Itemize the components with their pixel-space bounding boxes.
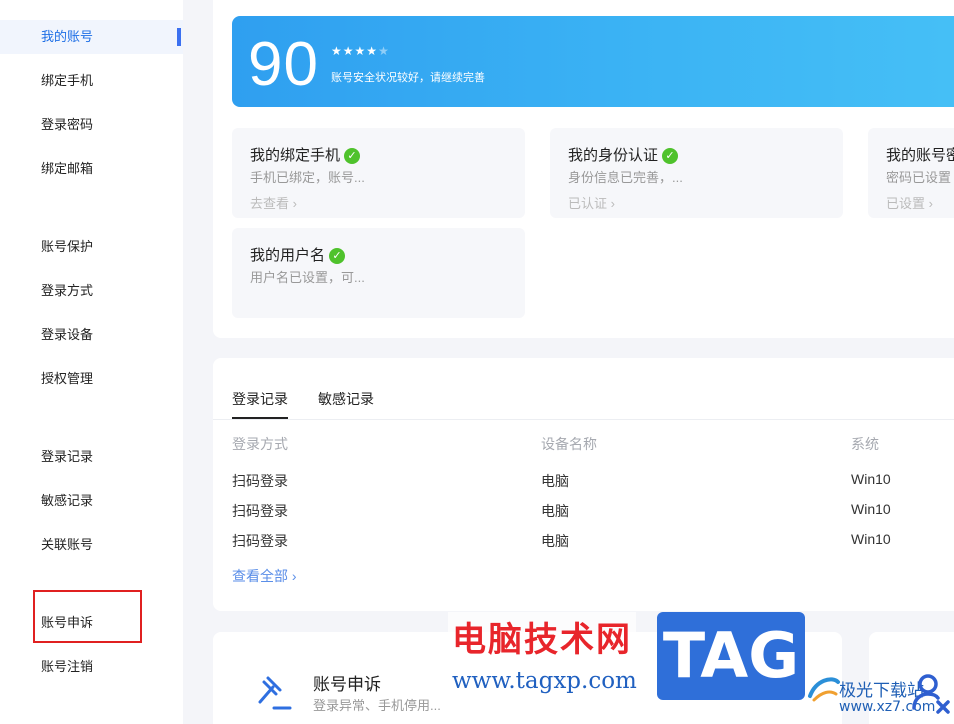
security-message: 账号安全状况较好，请继续完善 bbox=[331, 72, 485, 84]
check-circle-icon: ✓ bbox=[662, 148, 679, 164]
tab-sensitive-records[interactable]: 敏感记录 bbox=[318, 389, 374, 409]
watermark-url: www.tagxp.com bbox=[448, 668, 641, 694]
appeal-desc: 登录异常、手机停用... bbox=[313, 698, 441, 713]
status-card-title-row: 我的账号密码✓ bbox=[886, 144, 954, 165]
view-all-link[interactable]: 查看全部 › bbox=[232, 566, 297, 586]
sidebar-item-bind-phone[interactable]: 绑定手机 bbox=[0, 64, 183, 98]
security-score: 90 bbox=[248, 30, 319, 99]
column-header-device-name: 设备名称 bbox=[541, 436, 597, 452]
tab-login-records[interactable]: 登录记录 bbox=[232, 389, 288, 409]
table-cell: 扫码登录 bbox=[232, 473, 288, 489]
hammer-icon bbox=[258, 676, 292, 710]
sidebar-item-login-password[interactable]: 登录密码 bbox=[0, 108, 183, 142]
status-card-link[interactable]: 已认证 › bbox=[568, 193, 615, 212]
highlight-annotation-box bbox=[33, 590, 142, 643]
status-card-link[interactable]: 去查看 › bbox=[250, 193, 297, 212]
appeal-title: 账号申诉 bbox=[313, 675, 381, 694]
status-card-title-row: 我的身份认证 ✓ bbox=[568, 144, 679, 165]
column-header-login-method: 登录方式 bbox=[232, 436, 288, 452]
check-circle-icon: ✓ bbox=[344, 148, 361, 164]
table-cell: 电脑 bbox=[541, 503, 569, 519]
status-card-password[interactable]: 我的账号密码✓ 密码已设置 已设置 › bbox=[868, 128, 954, 218]
jiguang-logo-icon bbox=[808, 677, 840, 702]
status-card-desc: 手机已绑定，账号... bbox=[250, 170, 365, 185]
sidebar-item-account-cancel[interactable]: 账号注销 bbox=[0, 650, 183, 684]
user-remove-icon bbox=[912, 674, 950, 714]
star-icon: ★ bbox=[331, 44, 343, 58]
status-card-desc: 身份信息已完善，... bbox=[568, 170, 683, 185]
table-cell: Win10 bbox=[851, 531, 891, 547]
status-card-desc: 用户名已设置，可... bbox=[250, 270, 365, 285]
status-card-phone[interactable]: 我的绑定手机 ✓ 手机已绑定，账号... 去查看 › bbox=[232, 128, 525, 218]
watermark-tag-logo: TAG bbox=[657, 612, 805, 700]
sidebar-item-sensitive-records[interactable]: 敏感记录 bbox=[0, 484, 183, 518]
sidebar-item-login-devices[interactable]: 登录设备 bbox=[0, 318, 183, 352]
status-card-link[interactable]: 已设置 › bbox=[886, 193, 933, 212]
status-card-title: 我的身份认证 bbox=[568, 147, 659, 164]
sidebar-item-linked-accounts[interactable]: 关联账号 bbox=[0, 528, 183, 562]
sidebar-item-login-records[interactable]: 登录记录 bbox=[0, 440, 183, 474]
status-card-title: 我的用户名 bbox=[250, 247, 326, 264]
table-cell: 扫码登录 bbox=[232, 533, 288, 549]
sidebar-item-bind-email[interactable]: 绑定邮箱 bbox=[0, 152, 183, 186]
status-card-title-row: 我的绑定手机 ✓ bbox=[250, 144, 361, 165]
watermark-site-name: 电脑技术网 bbox=[448, 612, 636, 661]
sidebar-item-login-method[interactable]: 登录方式 bbox=[0, 274, 183, 308]
table-cell: 电脑 bbox=[541, 533, 569, 549]
check-circle-icon: ✓ bbox=[329, 248, 346, 264]
column-header-system: 系统 bbox=[851, 436, 879, 452]
star-empty-icon: ★ bbox=[378, 44, 390, 58]
status-card-title-row: 我的用户名 ✓ bbox=[250, 244, 346, 265]
status-card-username[interactable]: 我的用户名 ✓ 用户名已设置，可... bbox=[232, 228, 525, 318]
status-card-identity[interactable]: 我的身份认证 ✓ 身份信息已完善，... 已认证 › bbox=[550, 128, 843, 218]
security-score-banner bbox=[232, 16, 954, 107]
sidebar-item-my-account[interactable]: 我的账号 bbox=[0, 20, 183, 54]
security-star-rating: ★★★★★ bbox=[331, 44, 390, 58]
table-cell: Win10 bbox=[851, 471, 891, 487]
star-icon: ★ bbox=[366, 44, 379, 58]
status-card-title: 我的账号密码 bbox=[886, 147, 954, 164]
table-cell: 扫码登录 bbox=[232, 503, 288, 519]
star-icon: ★ bbox=[354, 44, 367, 58]
table-cell: Win10 bbox=[851, 501, 891, 517]
sidebar-item-account-protection[interactable]: 账号保护 bbox=[0, 230, 183, 264]
status-card-desc: 密码已设置 bbox=[886, 170, 952, 185]
status-card-title: 我的绑定手机 bbox=[250, 147, 341, 164]
star-icon: ★ bbox=[342, 44, 355, 58]
table-cell: 电脑 bbox=[541, 473, 569, 489]
tab-divider bbox=[213, 419, 954, 420]
sidebar-item-auth-management[interactable]: 授权管理 bbox=[0, 362, 183, 396]
